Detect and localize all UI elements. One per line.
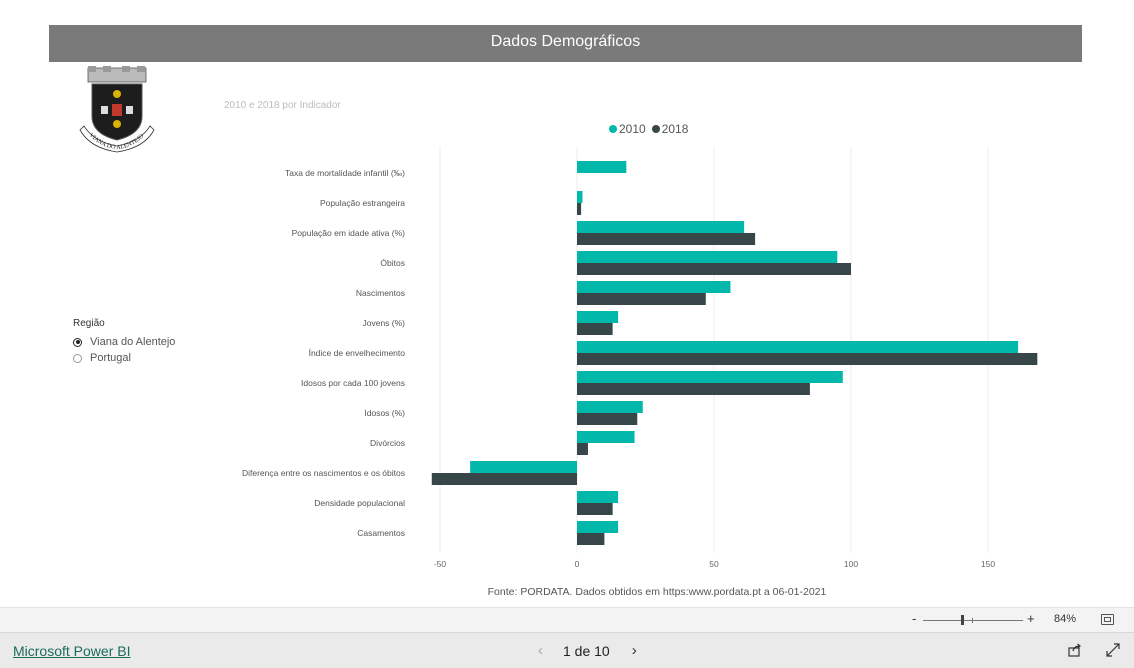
x-tick-label: 150 bbox=[981, 559, 995, 569]
x-tick-label: 50 bbox=[709, 559, 719, 569]
page-navigator: ‹ 1 de 10 › bbox=[538, 642, 637, 659]
fullscreen-icon[interactable] bbox=[1106, 643, 1120, 657]
source-text: Fonte: PORDATA. Dados obtidos em https:w… bbox=[487, 586, 827, 598]
category-label: Casamentos bbox=[357, 528, 405, 538]
bar-2010[interactable] bbox=[577, 191, 583, 203]
next-page-button[interactable]: › bbox=[632, 642, 637, 659]
zoom-out-button[interactable]: - bbox=[912, 611, 916, 626]
bar-2018[interactable] bbox=[577, 203, 582, 215]
footer-bar: Microsoft Power BI ‹ 1 de 10 › bbox=[0, 632, 1134, 668]
zoom-in-button[interactable]: + bbox=[1027, 611, 1035, 626]
zoom-slider-thumb[interactable] bbox=[961, 615, 964, 625]
bar-2018[interactable] bbox=[577, 233, 756, 245]
category-label: Densidade populacional bbox=[314, 498, 405, 508]
bar-2010[interactable] bbox=[577, 371, 843, 383]
category-label: População estrangeira bbox=[320, 198, 405, 208]
bar-2010[interactable] bbox=[577, 161, 627, 173]
bar-2018[interactable] bbox=[577, 383, 810, 395]
bar-2010[interactable] bbox=[577, 251, 838, 263]
category-label: Óbitos bbox=[380, 258, 405, 268]
category-label: Diferença entre os nascimentos e os óbit… bbox=[242, 468, 405, 478]
bar-2018[interactable] bbox=[577, 293, 706, 305]
power-bi-link[interactable]: Microsoft Power BI bbox=[13, 643, 130, 659]
x-tick-label: 0 bbox=[575, 559, 580, 569]
category-label: Idosos por cada 100 jovens bbox=[301, 378, 405, 388]
category-label: Jovens (%) bbox=[362, 318, 405, 328]
bar-2010[interactable] bbox=[577, 221, 745, 233]
bar-2018[interactable] bbox=[577, 263, 851, 275]
bar-2010[interactable] bbox=[577, 521, 619, 533]
bar-2010[interactable] bbox=[577, 431, 635, 443]
zoom-bar: - + 84% bbox=[0, 607, 1134, 632]
category-label: Nascimentos bbox=[356, 288, 405, 298]
category-label: População em idade ativa (%) bbox=[292, 228, 406, 238]
bar-2010[interactable] bbox=[577, 341, 1019, 353]
zoom-slider-track[interactable] bbox=[923, 620, 1023, 621]
previous-page-button[interactable]: ‹ bbox=[538, 642, 543, 659]
bar-2010[interactable] bbox=[577, 401, 643, 413]
bar-2018[interactable] bbox=[577, 443, 588, 455]
page-indicator: 1 de 10 bbox=[563, 642, 610, 659]
share-icon[interactable] bbox=[1068, 643, 1082, 657]
zoom-level: 84% bbox=[1054, 613, 1077, 625]
bar-2018[interactable] bbox=[577, 413, 638, 425]
bar-2018[interactable] bbox=[577, 323, 613, 335]
bar-2010[interactable] bbox=[470, 461, 577, 473]
category-label: Índice de envelhecimento bbox=[309, 348, 406, 358]
bar-2018[interactable] bbox=[577, 503, 613, 515]
category-label: Taxa de mortalidade infantil (‰) bbox=[285, 168, 405, 178]
zoom-slider-default-tick bbox=[972, 618, 973, 623]
bar-2010[interactable] bbox=[577, 281, 731, 293]
bar-2018[interactable] bbox=[577, 533, 605, 545]
fit-to-page-icon[interactable] bbox=[1101, 614, 1114, 625]
x-tick-label: 100 bbox=[844, 559, 858, 569]
bar-2018[interactable] bbox=[431, 473, 577, 485]
data-source-note: Fonte: PORDATA. Dados obtidos em https:w… bbox=[0, 586, 1134, 598]
bar-2010[interactable] bbox=[577, 311, 619, 323]
bar-2018[interactable] bbox=[577, 353, 1038, 365]
bar-chart: -50 0 50 100 150 Taxa de mortalidade infantil… bbox=[242, 147, 1038, 569]
bar-2010[interactable] bbox=[577, 491, 619, 503]
x-tick-label: -50 bbox=[434, 559, 447, 569]
category-label: Idosos (%) bbox=[364, 408, 405, 418]
category-label: Divórcios bbox=[370, 438, 405, 448]
